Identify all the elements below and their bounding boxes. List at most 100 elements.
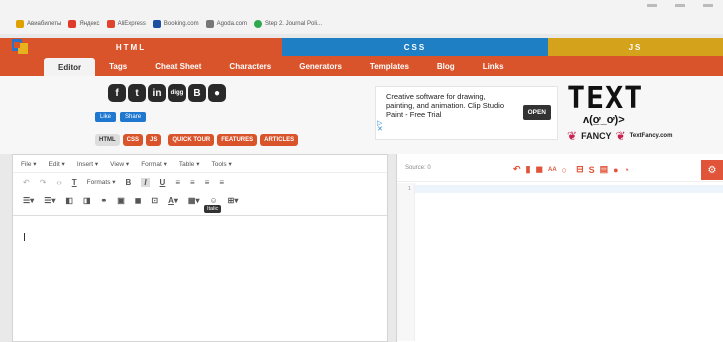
- clear-format-icon[interactable]: T: [72, 178, 77, 187]
- file-icon[interactable]: ▮: [526, 164, 531, 175]
- formats-dropdown[interactable]: Formats ▾: [87, 178, 116, 186]
- subtab-css[interactable]: CSS: [122, 134, 144, 146]
- subtab-html[interactable]: HTML: [95, 134, 120, 146]
- section-html[interactable]: HTML: [0, 38, 282, 56]
- outdent-icon[interactable]: ◧: [65, 196, 73, 205]
- bookmark-yandex[interactable]: Яндекс: [68, 20, 100, 28]
- menu-table[interactable]: Table ▾: [179, 160, 200, 168]
- text-color-icon[interactable]: A▾: [168, 196, 178, 205]
- section-bar: HTML CSS JS: [0, 38, 723, 56]
- bookmarks-bar: Авиабилеты Яндекс AliExpress Booking.com…: [0, 0, 723, 34]
- lock-icon[interactable]: ●: [613, 165, 618, 175]
- journal-icon: [253, 20, 262, 28]
- window-controls: [647, 4, 713, 7]
- nav-blog[interactable]: Blog: [423, 56, 469, 76]
- section-js[interactable]: JS: [548, 38, 723, 56]
- like-button[interactable]: Like: [95, 112, 117, 122]
- css-icon[interactable]: S: [589, 165, 595, 175]
- image-icon[interactable]: ▣: [117, 196, 125, 205]
- textfancy-logo[interactable]: TEXT ʌ(ơ̲_ơ)> ❦ FANCY ❦ TextFancy.com: [567, 84, 717, 148]
- align-justify-icon[interactable]: ≡: [219, 178, 224, 187]
- link-icon[interactable]: ⚭: [101, 196, 108, 205]
- embed-icon[interactable]: ⊡: [151, 196, 158, 205]
- gear-icon[interactable]: ⚙: [701, 160, 723, 180]
- bow-icon: ❦: [567, 129, 578, 143]
- menu-format[interactable]: Format ▾: [141, 160, 167, 168]
- italic-icon[interactable]: I: [141, 177, 150, 187]
- minimize-icon[interactable]: [647, 4, 657, 7]
- nav-characters[interactable]: Characters: [215, 56, 285, 76]
- main-nav: Editor Tags Cheat Sheet Characters Gener…: [0, 56, 723, 76]
- undo-icon[interactable]: ↶: [23, 178, 30, 187]
- text-caret: [24, 233, 25, 241]
- menu-file[interactable]: File ▾: [21, 160, 37, 168]
- circle-icon[interactable]: ○: [562, 165, 567, 175]
- font-size-icon[interactable]: AA: [548, 167, 557, 173]
- editor-toolbar-1: ↶ ↷ ‹› T Formats ▾ B I U ≡ ≡ ≡ ≡: [13, 173, 387, 191]
- source-editor-line[interactable]: [415, 185, 723, 193]
- number-list-icon[interactable]: ☰▾: [44, 196, 55, 205]
- site-logo-icon[interactable]: [10, 37, 30, 55]
- close-icon[interactable]: [703, 4, 713, 7]
- textlogo-face: ʌ(ơ̲_ơ)>: [583, 114, 625, 126]
- line-gutter: 1: [397, 183, 415, 341]
- nav-links[interactable]: Links: [469, 56, 518, 76]
- media-icon[interactable]: ◼: [135, 196, 142, 205]
- nav-templates[interactable]: Templates: [356, 56, 423, 76]
- source-pane: Source: 0 ↶ ▮ ◼ AA ○ ⊟ S ▤ ● ◔ ⚙ 1: [396, 154, 723, 342]
- bookmark-journal[interactable]: Step 2. Journal Poli...: [253, 20, 322, 28]
- editor-menubar: File ▾ Edit ▾ Insert ▾ View ▾ Format ▾ T…: [13, 155, 387, 173]
- doc-icon[interactable]: ▤: [600, 164, 609, 175]
- linkedin-icon[interactable]: in: [148, 84, 166, 102]
- ad-close-icon[interactable]: ▷ ✕: [377, 120, 383, 133]
- yandex-icon: [68, 20, 77, 28]
- emoticon-icon[interactable]: ☺: [209, 196, 217, 205]
- nav-editor[interactable]: Editor: [44, 58, 96, 76]
- share-button[interactable]: Share: [120, 112, 147, 122]
- bookmark-agoda[interactable]: Agoda.com: [205, 20, 247, 28]
- bookmark-booking[interactable]: Booking.com: [152, 20, 199, 28]
- restore-icon[interactable]: [675, 4, 685, 7]
- align-right-icon[interactable]: ≡: [205, 178, 210, 187]
- menu-tools[interactable]: Tools ▾: [211, 160, 231, 168]
- nav-tags[interactable]: Tags: [95, 56, 141, 76]
- menu-insert[interactable]: Insert ▾: [77, 160, 98, 168]
- bg-color-icon[interactable]: ▦▾: [188, 196, 200, 205]
- bookmark-aliexpress[interactable]: AliExpress: [106, 20, 146, 28]
- facebook-icon[interactable]: f: [108, 84, 126, 102]
- bookmark-aviabilety[interactable]: Авиабилеты: [16, 20, 61, 28]
- textlogo-title: TEXT: [567, 81, 644, 116]
- align-center-icon[interactable]: ≡: [190, 178, 195, 187]
- wysiwyg-editor: File ▾ Edit ▾ Insert ▾ View ▾ Format ▾ T…: [12, 154, 388, 342]
- bold-icon[interactable]: B: [126, 178, 132, 187]
- clean-icon[interactable]: ◼: [536, 164, 543, 175]
- twitter-icon[interactable]: t: [128, 84, 146, 102]
- export-icon[interactable]: ⊟: [576, 164, 584, 175]
- subtab-js[interactable]: JS: [146, 134, 162, 146]
- reddit-icon[interactable]: ●: [208, 84, 226, 102]
- subtab-articles[interactable]: ARTICLES: [260, 134, 299, 146]
- nav-generators[interactable]: Generators: [285, 56, 356, 76]
- table-icon[interactable]: ⊞▾: [228, 196, 239, 205]
- bullet-list-icon[interactable]: ☰▾: [23, 196, 34, 205]
- editor-content-area[interactable]: [13, 215, 387, 341]
- blogger-icon[interactable]: B: [188, 84, 206, 102]
- subtab-features[interactable]: FEATURES: [217, 134, 258, 146]
- menu-edit[interactable]: Edit ▾: [49, 160, 65, 168]
- subtab-quick-tour[interactable]: QUICK TOUR: [168, 134, 215, 146]
- indent-icon[interactable]: ◨: [83, 196, 91, 205]
- redo-icon[interactable]: ↷: [40, 178, 47, 187]
- underline-icon[interactable]: U: [160, 178, 166, 187]
- editor-toolbar-2: ☰▾ ☰▾ ◧ ◨ ⚭ ▣ ◼ ⊡ A▾ ▦▾ ☺ ⊞▾: [13, 191, 387, 209]
- undo-icon[interactable]: ↶: [513, 164, 521, 175]
- digg-icon[interactable]: digg: [168, 84, 186, 102]
- section-css[interactable]: CSS: [282, 38, 548, 56]
- align-left-icon[interactable]: ≡: [175, 178, 180, 187]
- ad-open-button[interactable]: OPEN: [522, 105, 551, 120]
- code-icon[interactable]: ‹›: [56, 178, 61, 187]
- menu-view[interactable]: View ▾: [110, 160, 129, 168]
- source-label: Source: 0: [405, 164, 431, 171]
- palette-icon[interactable]: ◔: [624, 165, 629, 175]
- nav-cheat-sheet[interactable]: Cheat Sheet: [141, 56, 215, 76]
- advertisement[interactable]: Creative software for drawing, painting,…: [375, 86, 558, 140]
